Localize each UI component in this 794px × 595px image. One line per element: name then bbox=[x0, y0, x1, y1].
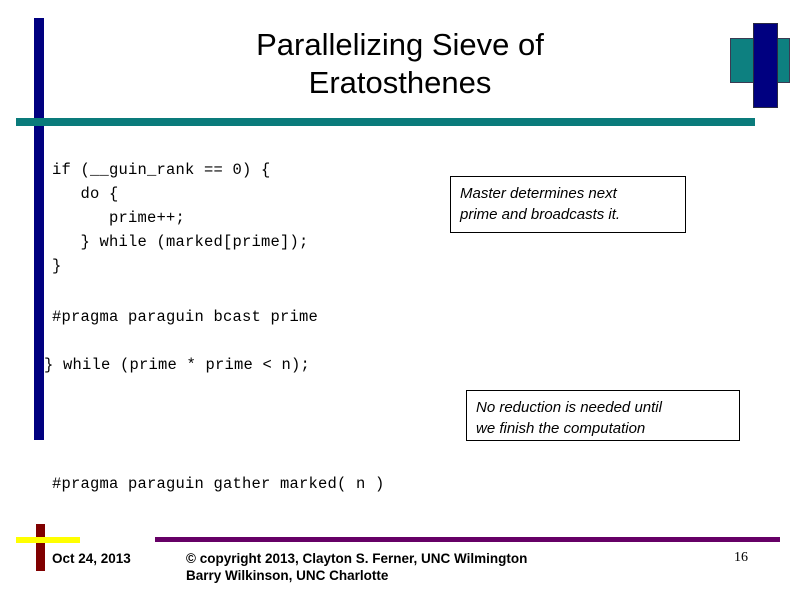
decor-navy-vertical-bar bbox=[34, 18, 44, 440]
callout-master-determines-prime: Master determines next prime and broadca… bbox=[450, 176, 686, 233]
code-block-if-guin-rank: if (__guin_rank == 0) { do { prime++; } … bbox=[52, 161, 309, 275]
decor-footer-purple-rule bbox=[155, 537, 780, 542]
footer-copyright: © copyright 2013, Clayton S. Ferner, UNC… bbox=[186, 551, 528, 583]
code-block-pragma-bcast: #pragma paraguin bcast prime bbox=[52, 308, 319, 326]
decor-footer-yellow-line bbox=[16, 537, 80, 543]
code-block-while-prime: } while (prime * prime < n); bbox=[44, 356, 311, 374]
callout-no-reduction-needed: No reduction is needed until we finish t… bbox=[466, 390, 740, 441]
decor-teal-horizontal-rule bbox=[16, 118, 755, 126]
code-block-pragma-gather: #pragma paraguin gather marked( n ) bbox=[52, 475, 385, 493]
footer-date: Oct 24, 2013 bbox=[52, 551, 131, 566]
slide-canvas: Parallelizing Sieve of Eratosthenes if (… bbox=[0, 0, 794, 595]
footer-page-number: 16 bbox=[734, 550, 748, 565]
slide-title: Parallelizing Sieve of Eratosthenes bbox=[256, 27, 544, 100]
decor-corner-navy-rectangle bbox=[753, 23, 778, 108]
decor-footer-red-vertical-bar bbox=[36, 524, 45, 571]
